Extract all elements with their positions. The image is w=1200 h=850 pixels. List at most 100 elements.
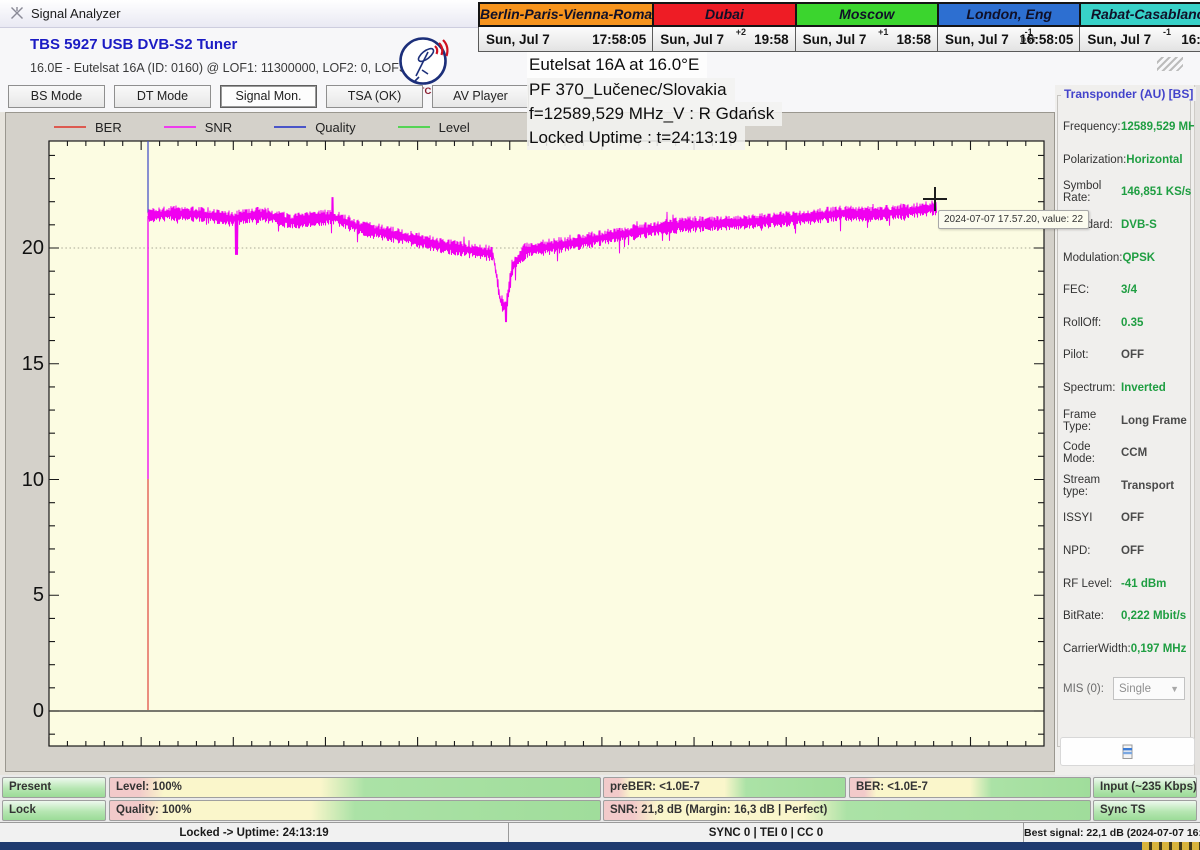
status-lock: Lock <box>2 800 106 821</box>
status-present: Present <box>2 777 106 798</box>
tp-row-pilot: Pilot:OFF <box>1063 339 1185 372</box>
tp-value: Transport <box>1121 480 1174 492</box>
status-syncts: Sync TS <box>1093 800 1197 821</box>
clock-london-eng: London, EngSun, Jul 7-1DST16:58:05 <box>937 2 1081 56</box>
tab-bs-mode[interactable]: BS Mode <box>8 85 105 108</box>
tp-label: Polarization: <box>1063 154 1126 166</box>
tp-row-frame-type: Frame Type:Long Frame <box>1063 404 1185 437</box>
tp-label: Stream type: <box>1063 474 1121 498</box>
tp-value: 146,851 KS/s <box>1121 186 1191 198</box>
tp-row-modulation: Modulation:QPSK <box>1063 241 1185 274</box>
tuner-info: 16.0E - Eutelsat 16A (ID: 0160) @ LOF1: … <box>30 61 433 75</box>
tp-label: Symbol Rate: <box>1063 180 1121 204</box>
tab-signal-mon[interactable]: Signal Mon. <box>220 85 317 108</box>
mis-row: MIS (0): Single ▼ <box>1063 677 1185 700</box>
tp-value: OFF <box>1121 545 1144 557</box>
clock-date: Sun, Jul 7 <box>803 32 867 47</box>
overlay-frequency: f=12589,529 MHz_V : R Gdańsk <box>527 102 782 126</box>
y-axis-label-20: 20 <box>10 237 44 259</box>
tab-av-player[interactable]: AV Player <box>432 85 529 108</box>
tp-row-code-mode: Code Mode:CCM <box>1063 437 1185 470</box>
clock-time: 17:58:05 <box>592 32 646 47</box>
clock-time-cell: Sun, Jul 7 +2 19:58 <box>652 27 796 52</box>
clock-time: 16:58 <box>1181 32 1200 47</box>
tp-label: ISSYI <box>1063 512 1121 524</box>
tp-label: FEC: <box>1063 284 1121 296</box>
clock-rabat-casablanca: Rabat-Casablanca Sun, Jul 7 -1 16:58 <box>1079 2 1200 56</box>
tp-label: Modulation: <box>1063 252 1122 264</box>
mis-label: MIS (0): <box>1063 683 1113 695</box>
tp-row-polarization: Polarization:Horizontal <box>1063 144 1185 177</box>
crosshair-cursor <box>923 187 947 211</box>
mis-value: Single <box>1119 683 1151 695</box>
tp-value: CCM <box>1121 447 1147 459</box>
y-axis-label-10: 10 <box>10 469 44 491</box>
chevron-down-icon: ▼ <box>1170 684 1179 694</box>
status-ber: BER: <1.0E-7 <box>849 777 1091 798</box>
clock-city-label: Dubai <box>652 2 796 27</box>
overlay-uptime: Locked Uptime : t=24:13:19 <box>527 126 745 150</box>
tp-label: Pilot: <box>1063 349 1121 361</box>
status-snr: SNR: 21,8 dB (Margin: 16,3 dB | Perfect) <box>603 800 1091 821</box>
tp-value: 3/4 <box>1121 284 1137 296</box>
clock-date: Sun, Jul 7 <box>945 32 1009 47</box>
device-title: TBS 5927 USB DVB-S2 Tuner <box>30 36 237 53</box>
clock-utc-offset: +1 <box>878 28 888 36</box>
tp-value: 12589,529 MHz <box>1121 121 1200 133</box>
clock-time: 19:58 <box>754 32 789 47</box>
clock-utc-offset: +2 <box>736 28 746 36</box>
y-axis-label-0: 0 <box>10 700 44 722</box>
tp-value: OFF <box>1121 512 1144 524</box>
tp-row-frequency: Frequency:12589,529 MHz <box>1063 111 1185 144</box>
footer-best-signal: Best signal: 22,1 dB (2024-07-07 16:37) <box>1024 823 1200 843</box>
footer-sync-counters: SYNC 0 | TEI 0 | CC 0 <box>509 823 1024 843</box>
tab-tsa-ok[interactable]: TSA (OK) <box>326 85 423 108</box>
tp-row-stream-type: Stream type:Transport <box>1063 470 1185 503</box>
mis-select[interactable]: Single ▼ <box>1113 677 1185 700</box>
transponder-panel: Transponder (AU) [BS] Frequency:12589,52… <box>1055 85 1194 775</box>
transponder-rows: Frequency:12589,529 MHzPolarization:Hori… <box>1063 111 1185 665</box>
clock-time-cell: Sun, Jul 7 -1 16:58 <box>1079 27 1200 52</box>
signal-chart-container: BERSNRQualityLevel 05101520 <box>5 112 1055 772</box>
y-axis-label-5: 5 <box>10 584 44 606</box>
status-bars: PresentLevel: 100%preBER: <1.0E-7BER: <1… <box>0 775 1200 822</box>
clock-city-label: Moscow <box>795 2 939 27</box>
bottom-strip <box>0 842 1200 850</box>
clock-city-label: Berlin-Paris-Vienna-Roma <box>478 2 654 27</box>
status-quality: Quality: 100% <box>109 800 601 821</box>
tp-row-npd: NPD:OFF <box>1063 535 1185 568</box>
clock-utc-offset: -1 <box>1163 28 1171 36</box>
tp-row-carrierwidth: CarrierWidth:0,197 MHz <box>1063 633 1185 666</box>
footer-statusbar: Locked -> Uptime: 24:13:19 SYNC 0 | TEI … <box>0 822 1200 843</box>
tp-value: 0,197 MHz <box>1131 643 1187 655</box>
tp-row-symbol-rate: Symbol Rate:146,851 KS/s <box>1063 176 1185 209</box>
tp-label: CarrierWidth: <box>1063 643 1131 655</box>
clock-moscow: MoscowSun, Jul 7+118:58 <box>795 2 939 56</box>
chart-overlay-text: Eutelsat 16A at 16.0°E PF 370_Lučenec/Sl… <box>527 52 782 150</box>
stream-list-button[interactable] <box>1060 737 1195 766</box>
tp-label: Frame Type: <box>1063 409 1121 433</box>
clock-dubai: Dubai Sun, Jul 7 +2 19:58 <box>652 2 796 56</box>
tp-label: BitRate: <box>1063 610 1121 622</box>
antenna-icon <box>9 5 25 21</box>
clock-city-label: Rabat-Casablanca <box>1079 2 1200 27</box>
resize-grip[interactable] <box>1157 57 1183 71</box>
tp-label: Spectrum: <box>1063 382 1121 394</box>
tp-value: Long Frame <box>1121 415 1187 427</box>
clock-time-cell: Sun, Jul 7-1DST16:58:05 <box>937 27 1081 52</box>
tp-row-rf-level: RF Level:-41 dBm <box>1063 567 1185 600</box>
tp-value: 0.35 <box>1121 317 1143 329</box>
tab-dt-mode[interactable]: DT Mode <box>114 85 211 108</box>
status-preber: preBER: <1.0E-7 <box>603 777 846 798</box>
panel-scrollbar[interactable] <box>1194 85 1200 775</box>
overlay-site: PF 370_Lučenec/Slovakia <box>527 78 735 102</box>
tp-row-fec: FEC:3/4 <box>1063 274 1185 307</box>
clock-date: Sun, Jul 7 <box>660 32 724 47</box>
clock-date: Sun, Jul 7 <box>1087 32 1151 47</box>
tp-row-spectrum: Spectrum:Inverted <box>1063 372 1185 405</box>
chart-plot-svg[interactable] <box>6 113 1054 771</box>
tp-value: 0,222 Mbit/s <box>1121 610 1186 622</box>
clock-city-label: London, Eng <box>937 2 1081 27</box>
tp-label: Code Mode: <box>1063 441 1121 465</box>
clock-time-cell: Sun, Jul 7+118:58 <box>795 27 939 52</box>
